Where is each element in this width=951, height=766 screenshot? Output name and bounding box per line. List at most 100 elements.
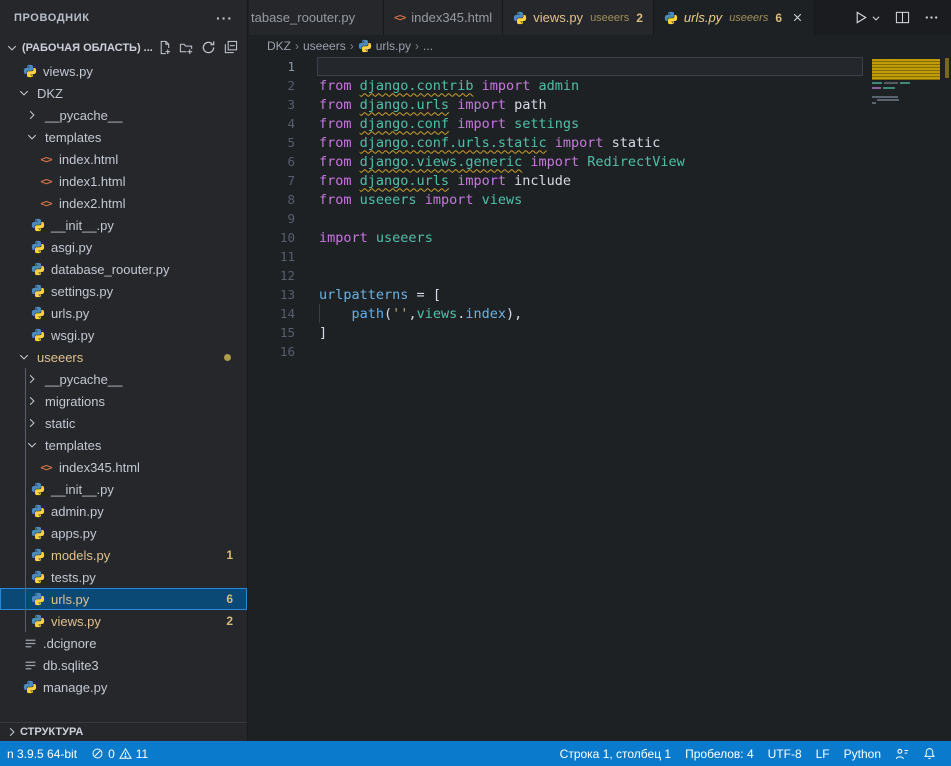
code-line-3[interactable]: 3from django.urls import path — [249, 95, 951, 114]
tree-item-label: index.html — [59, 152, 118, 167]
tree-file-asgi-py[interactable]: asgi.py — [0, 236, 247, 258]
explorer-sidebar: ПРОВОДНИК ··· (РАБОЧАЯ ОБЛАСТЬ) ... view… — [0, 0, 248, 741]
code-line-15[interactable]: 15] — [249, 323, 951, 342]
chevron-right-icon — [24, 371, 40, 387]
status-indentation[interactable]: Пробелов: 4 — [678, 741, 761, 766]
code-line-12[interactable]: 12 — [249, 266, 951, 285]
tree-file-views-py[interactable]: views.py — [0, 60, 247, 82]
code-line-8[interactable]: 8from useeers import views — [249, 190, 951, 209]
tab-views-py[interactable]: views.pyuseeers2 — [503, 0, 654, 35]
code-text: from django.conf import settings — [295, 116, 579, 132]
code-line-10[interactable]: 10import useeers — [249, 228, 951, 247]
run-icon — [853, 10, 868, 25]
new-folder-icon — [179, 40, 194, 55]
tree-item-label: apps.py — [51, 526, 97, 541]
code-line-1[interactable]: 1 — [249, 57, 951, 76]
outline-section-header[interactable]: СТРУКТУРА — [0, 722, 247, 741]
editor-scrollbar[interactable] — [941, 57, 951, 741]
refresh-button[interactable] — [197, 38, 219, 58]
breadcrumb-item[interactable]: urls.py — [358, 39, 411, 53]
status-encoding[interactable]: UTF-8 — [761, 741, 809, 766]
tree-file-index2-html[interactable]: <>index2.html — [0, 192, 247, 214]
tree-file--dcignore[interactable]: .dcignore — [0, 632, 247, 654]
split-editor-button[interactable] — [895, 10, 910, 25]
code-line-11[interactable]: 11 — [249, 247, 951, 266]
tree-item-label: index345.html — [59, 460, 140, 475]
code-line-9[interactable]: 9 — [249, 209, 951, 228]
code-text: import useeers — [295, 230, 433, 246]
tree-file-tests-py[interactable]: tests.py — [0, 566, 247, 588]
python-icon — [30, 261, 46, 277]
minimap[interactable] — [872, 57, 940, 187]
more-actions-button[interactable] — [924, 10, 939, 25]
minimap-code-mark — [872, 102, 876, 104]
tree-folder-useeers[interactable]: useeers — [0, 346, 247, 368]
code-editor[interactable]: 12from django.contrib import admin3from … — [249, 57, 951, 741]
status-problems[interactable]: 011 — [84, 741, 155, 766]
tree-file-index1-html[interactable]: <>index1.html — [0, 170, 247, 192]
status-python-interpreter[interactable]: n 3.9.5 64-bit — [0, 741, 84, 766]
new-file-button[interactable] — [153, 38, 175, 58]
tree-folder--pycache-[interactable]: __pycache__ — [0, 104, 247, 126]
tree-file-apps-py[interactable]: apps.py — [0, 522, 247, 544]
tree-folder-dkz[interactable]: DKZ — [0, 82, 247, 104]
tree-file-index345-html[interactable]: <>index345.html — [0, 456, 247, 478]
status-feedback[interactable] — [888, 741, 916, 766]
tree-folder-templates[interactable]: templates — [0, 434, 247, 456]
close-icon[interactable] — [791, 11, 804, 24]
tree-file-manage-py[interactable]: manage.py — [0, 676, 247, 698]
tab-urls-py[interactable]: urls.pyuseeers6 — [654, 0, 815, 35]
status-notifications[interactable] — [916, 741, 943, 766]
status-cursor-position[interactable]: Строка 1, столбец 1 — [553, 741, 678, 766]
tree-file-db-sqlite3[interactable]: db.sqlite3 — [0, 654, 247, 676]
status-language-mode[interactable]: Python — [837, 741, 888, 766]
breadcrumb-item[interactable]: useeers — [303, 39, 346, 53]
tab-tabase-roouter-py[interactable]: tabase_roouter.py — [249, 0, 384, 35]
code-line-7[interactable]: 7from django.urls import include — [249, 171, 951, 190]
tree-file-index-html[interactable]: <>index.html — [0, 148, 247, 170]
tree-folder-migrations[interactable]: migrations — [0, 390, 247, 412]
run-button[interactable] — [853, 10, 881, 25]
workspace-header[interactable]: (РАБОЧАЯ ОБЛАСТЬ) ... — [0, 35, 247, 60]
tree-file--init-py[interactable]: __init__.py — [0, 478, 247, 500]
tree-file-settings-py[interactable]: settings.py — [0, 280, 247, 302]
line-number: 13 — [249, 287, 295, 302]
warning-icon — [119, 747, 132, 760]
status-bar-right: Строка 1, столбец 1Пробелов: 4 UTF-8 LF Pyt… — [553, 741, 951, 766]
minimap-warning-block — [872, 59, 940, 80]
chevron-down-icon — [24, 129, 40, 145]
tree-folder-static[interactable]: static — [0, 412, 247, 434]
code-line-4[interactable]: 4from django.conf import settings — [249, 114, 951, 133]
python-icon — [664, 11, 678, 25]
breadcrumb-item[interactable]: DKZ — [267, 39, 291, 53]
tree-file--init-py[interactable]: __init__.py — [0, 214, 247, 236]
explorer-more-actions-icon[interactable]: ··· — [216, 10, 233, 26]
code-line-16[interactable]: 16 — [249, 342, 951, 361]
tab-index345-html[interactable]: <>index345.html — [384, 0, 503, 35]
tree-item-label: __pycache__ — [45, 372, 122, 387]
tree-file-database-roouter-py[interactable]: database_roouter.py — [0, 258, 247, 280]
tree-folder--pycache-[interactable]: __pycache__ — [0, 368, 247, 390]
status-eol[interactable]: LF — [809, 741, 837, 766]
chevron-small-icon — [871, 13, 881, 23]
tree-folder-templates[interactable]: templates — [0, 126, 247, 148]
tree-item-label: admin.py — [51, 504, 104, 519]
code-line-5[interactable]: 5from django.conf.urls.static import sta… — [249, 133, 951, 152]
tree-file-urls-py[interactable]: urls.py6 — [0, 588, 247, 610]
new-folder-button[interactable] — [175, 38, 197, 58]
code-line-14[interactable]: 14 path('',views.index), — [249, 304, 951, 323]
breadcrumb-item[interactable]: ... — [423, 39, 433, 53]
status-label: LF — [816, 747, 830, 761]
code-line-2[interactable]: 2from django.contrib import admin — [249, 76, 951, 95]
tree-item-label: views.py — [43, 64, 93, 79]
tree-file-admin-py[interactable]: admin.py — [0, 500, 247, 522]
code-line-13[interactable]: 13urlpatterns = [ — [249, 285, 951, 304]
status-label: UTF-8 — [768, 747, 802, 761]
tree-file-urls-py[interactable]: urls.py — [0, 302, 247, 324]
collapse-all-button[interactable] — [219, 38, 241, 58]
code-line-6[interactable]: 6from django.views.generic import Redire… — [249, 152, 951, 171]
tree-file-models-py[interactable]: models.py1 — [0, 544, 247, 566]
tree-file-views-py[interactable]: views.py2 — [0, 610, 247, 632]
python-icon — [513, 11, 527, 25]
tree-file-wsgi-py[interactable]: wsgi.py — [0, 324, 247, 346]
